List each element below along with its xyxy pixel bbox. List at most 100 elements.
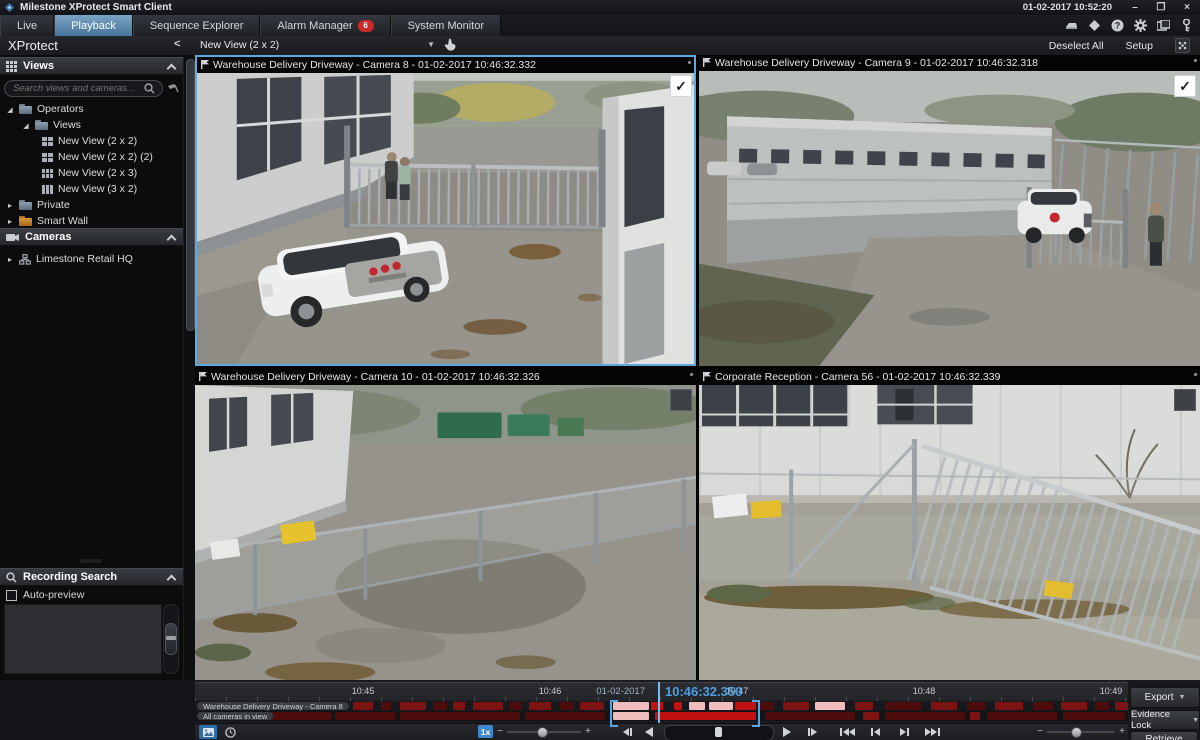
time-mode-clock-button[interactable]	[221, 725, 239, 739]
speed-slider-thumb[interactable]	[537, 727, 548, 738]
tab-system-monitor[interactable]: System Monitor	[391, 15, 501, 36]
tab-sequence-explorer[interactable]: Sequence Explorer	[133, 15, 261, 36]
pointer-hand-icon[interactable]	[443, 38, 457, 51]
retrieve-button[interactable]: Retrieve	[1130, 731, 1198, 740]
play-backward-button[interactable]	[640, 725, 658, 739]
image-browse-mode-button[interactable]	[199, 725, 217, 739]
scrollbar-thumb[interactable]	[186, 59, 195, 331]
camera-title-bar: Corporate Reception - Camera 56 - 01-02-…	[699, 369, 1200, 385]
site-hierarchy-icon	[19, 254, 31, 265]
expander-icon[interactable]	[6, 217, 14, 226]
recording-segment	[765, 712, 855, 720]
recording-search-panel-header[interactable]: Recording Search	[0, 568, 183, 586]
tree-item-smart-wall[interactable]: Smart Wall	[0, 213, 183, 229]
folder-icon	[19, 200, 32, 210]
next-image-button[interactable]	[803, 725, 821, 739]
camera-cell-2[interactable]: Warehouse Delivery Driveway - Camera 9 -…	[699, 55, 1200, 366]
auto-preview-option[interactable]: Auto-preview	[6, 589, 84, 601]
recording-segment	[381, 702, 391, 710]
speed-decrease-icon[interactable]: −	[497, 726, 503, 737]
shuttle-slider[interactable]	[664, 725, 774, 740]
previous-image-button[interactable]	[619, 725, 637, 739]
close-button[interactable]: ×	[1174, 0, 1200, 14]
playhead-marker[interactable]	[658, 682, 660, 723]
recording-segment	[970, 712, 980, 720]
expander-icon[interactable]	[22, 121, 30, 130]
expander-icon[interactable]	[6, 255, 14, 264]
collapse-sidebar-icon[interactable]: <	[174, 38, 180, 50]
last-image-button[interactable]	[924, 725, 942, 739]
logout-key-icon[interactable]	[1179, 19, 1194, 32]
recording-segment	[473, 702, 503, 710]
preview-scroll-slider[interactable]	[163, 604, 179, 674]
camera-select-checkbox[interactable]: ✓	[670, 75, 692, 97]
tab-playback[interactable]: Playback	[54, 15, 133, 36]
view-layout-2x2-icon	[42, 153, 53, 162]
expander-icon[interactable]	[6, 201, 14, 210]
help-icon[interactable]: ?	[1110, 19, 1125, 32]
clear-search-filter-icon[interactable]	[167, 83, 179, 94]
search-input[interactable]	[4, 80, 163, 97]
tab-live[interactable]: Live	[0, 15, 54, 36]
play-forward-button[interactable]	[778, 725, 796, 739]
timeline-zoom-slider[interactable]: − +	[1037, 728, 1125, 736]
selection-end-bracket[interactable]	[752, 700, 760, 727]
timeline-track-camera8[interactable]: Warehouse Delivery Driveway - Camera 8	[195, 701, 1128, 711]
selection-start-bracket[interactable]	[610, 700, 618, 727]
window-mode-icon[interactable]	[1156, 19, 1171, 32]
track-label: Warehouse Delivery Driveway - Camera 8	[197, 702, 349, 710]
timeline-track-all-cameras[interactable]: All cameras in view	[195, 711, 1128, 721]
window-title: Milestone XProtect Smart Client	[20, 2, 172, 13]
tree-item-operators[interactable]: Operators	[0, 101, 183, 117]
connection-icon[interactable]	[1064, 19, 1079, 32]
settings-gear-icon[interactable]	[1133, 19, 1148, 32]
tree-item-views[interactable]: Views	[0, 117, 183, 133]
camera-select-checkbox[interactable]: ✓	[1174, 75, 1196, 97]
recording-segment	[1063, 712, 1125, 720]
view-grid-icon[interactable]	[1175, 38, 1190, 53]
previous-sequence-button[interactable]	[866, 725, 884, 739]
camera-cell-4[interactable]: Corporate Reception - Camera 56 - 01-02-…	[699, 369, 1200, 680]
camera-cell-3[interactable]: Warehouse Delivery Driveway - Camera 10 …	[195, 369, 696, 680]
camera-indicator-flag-icon	[201, 60, 209, 69]
playback-controls-bar: 1x − + − +	[195, 723, 1128, 740]
tree-item-new-view-2x2[interactable]: New View (2 x 2)	[0, 133, 183, 149]
tree-item-new-view-3x2[interactable]: New View (3 x 2)	[0, 181, 183, 197]
time-ruler[interactable]: 10:45 10:46 10:47 10:48 10:49 01-02-2017…	[195, 682, 1128, 702]
minimize-button[interactable]: –	[1122, 0, 1148, 14]
views-panel-header[interactable]: Views	[0, 57, 183, 75]
tree-item-new-view-2x2-2[interactable]: New View (2 x 2) (2)	[0, 149, 183, 165]
next-sequence-button[interactable]	[896, 725, 914, 739]
zoom-in-icon[interactable]: +	[1119, 726, 1125, 737]
tree-item-new-view-2x3[interactable]: New View (2 x 3)	[0, 165, 183, 181]
speed-slider[interactable]: − +	[497, 728, 591, 736]
setup-button[interactable]: Setup	[1126, 40, 1153, 52]
playback-speed-badge: 1x	[478, 725, 493, 738]
auto-preview-checkbox[interactable]	[6, 590, 17, 601]
view-selector[interactable]: New View (2 x 2) ▼	[200, 38, 457, 51]
camera-select-checkbox[interactable]: ✓	[1174, 389, 1196, 411]
tab-alarm-manager[interactable]: Alarm Manager 6	[260, 15, 390, 36]
export-button[interactable]: Export▼	[1130, 687, 1200, 708]
expander-icon[interactable]	[6, 105, 14, 114]
video-frame	[699, 385, 1200, 680]
tree-item-limestone-retail-hq[interactable]: Limestone Retail HQ	[0, 251, 183, 267]
restore-button[interactable]: ❐	[1148, 0, 1174, 14]
speed-increase-icon[interactable]: +	[585, 726, 591, 737]
camera-cell-1[interactable]: Warehouse Delivery Driveway - Camera 8 -…	[195, 55, 696, 366]
camera-select-checkbox[interactable]: ✓	[670, 389, 692, 411]
evidence-lock-button[interactable]: Evidence Lock▼	[1130, 710, 1200, 730]
panel-splitter-handle[interactable]	[80, 559, 102, 563]
slider-thumb[interactable]	[165, 623, 177, 655]
zoom-out-icon[interactable]: −	[1037, 726, 1043, 737]
shuttle-thumb[interactable]	[715, 727, 722, 737]
tree-item-private[interactable]: Private	[0, 197, 183, 213]
workspace-toolbar: XProtect < New View (2 x 2) ▼ Deselect A…	[0, 36, 1200, 56]
first-image-button[interactable]	[838, 725, 856, 739]
zoom-slider-thumb[interactable]	[1071, 727, 1082, 738]
folder-icon	[19, 104, 32, 114]
cameras-panel-header[interactable]: Cameras	[0, 228, 183, 246]
workspace-icon[interactable]	[1087, 19, 1102, 32]
deselect-all-button[interactable]: Deselect All	[1049, 40, 1104, 52]
collapse-chevron-icon	[168, 574, 175, 581]
